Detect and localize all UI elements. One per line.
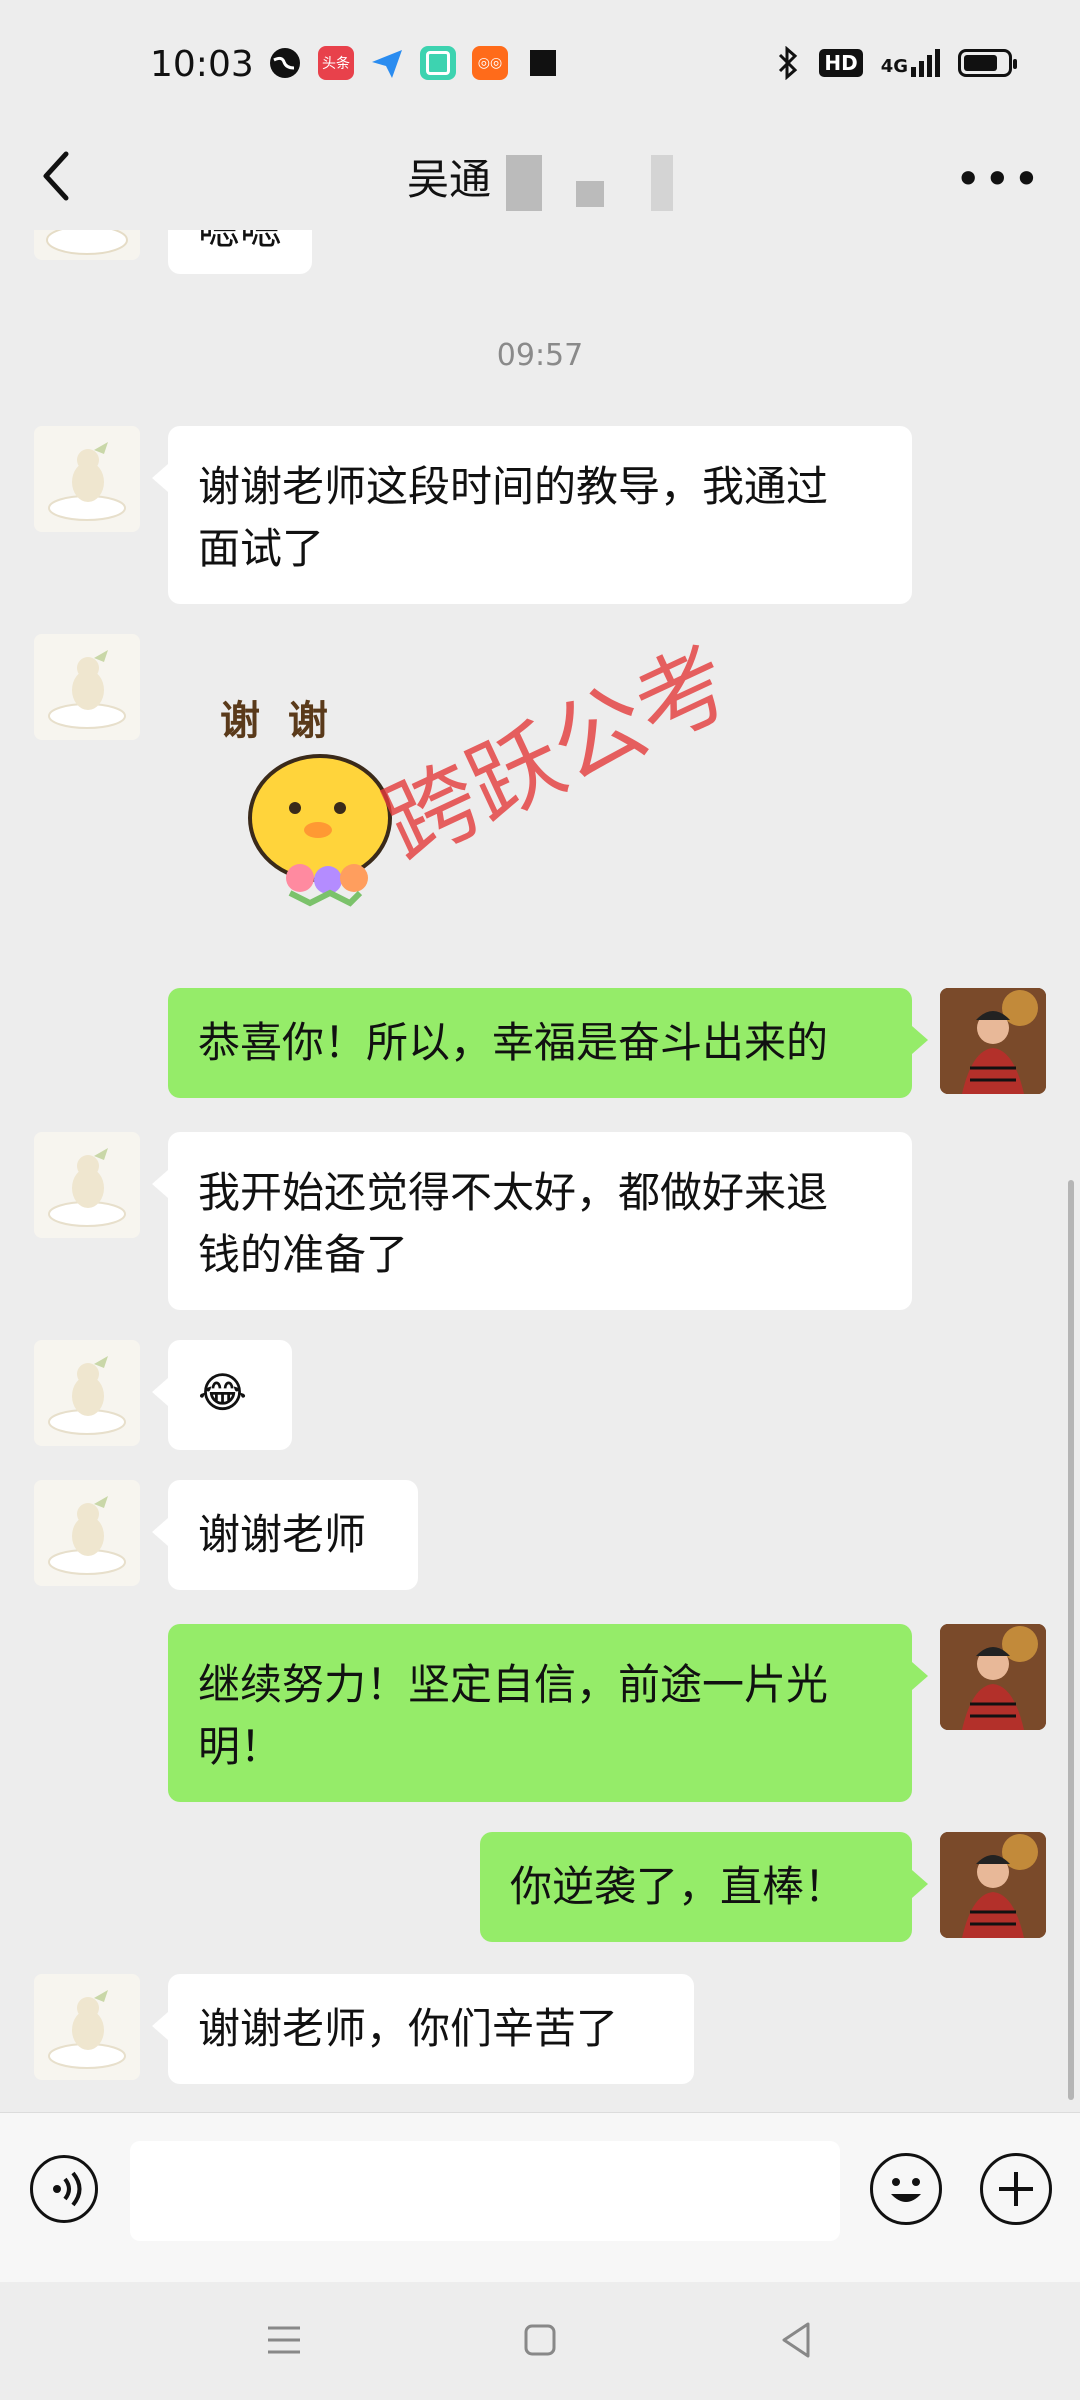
message-bubble[interactable]: 谢谢老师 [152, 1480, 418, 1590]
message-bubble[interactable]: 嗯嗯 [168, 230, 313, 274]
square-icon [530, 50, 556, 76]
globe-icon [270, 48, 300, 78]
contact-avatar[interactable] [34, 1132, 140, 1238]
message-bubble[interactable]: 我开始还觉得不太好，都做好来退 钱的准备了 [152, 1132, 912, 1310]
message-bubble[interactable]: 谢谢老师这段时间的教导，我通过 面试了 [152, 426, 912, 604]
contact-avatar[interactable] [34, 634, 140, 740]
contact-avatar[interactable] [34, 1480, 140, 1586]
kuaishou-icon: ◎◎ [472, 46, 508, 80]
more-functions-button[interactable] [980, 2153, 1052, 2225]
contact-avatar[interactable] [34, 1340, 140, 1446]
status-system-icons: HD 4G [775, 46, 1017, 80]
message-bubble[interactable]: 你逆袭了，直棒！ [480, 1832, 928, 1942]
emoji-button[interactable] [870, 2153, 942, 2225]
chat-header: 吴通 ••• [0, 120, 1080, 230]
status-bar: 10:03 头条 ◎◎ HD 4G [0, 0, 1080, 136]
contact-avatar[interactable] [34, 1974, 140, 2080]
message-input-bar [0, 2112, 1080, 2283]
chat-app-icon [420, 46, 456, 80]
chat-message-list[interactable]: 嗯嗯 09:57 谢谢老师这段时间的教导，我通过 面试了 谢 谢 跨跃公考 恭喜… [0, 230, 1080, 2110]
contact-avatar[interactable] [34, 426, 140, 532]
network-type: 4G [880, 56, 908, 77]
redacted-name-block [651, 154, 674, 211]
chat-scrollbar[interactable] [1068, 1180, 1074, 2100]
status-time: 10:03 [150, 44, 254, 85]
paper-plane-icon [372, 50, 402, 78]
more-options-icon[interactable]: ••• [955, 152, 1042, 206]
user-avatar[interactable] [940, 1624, 1046, 1730]
home-icon[interactable] [510, 2310, 570, 2370]
message-timestamp: 09:57 [496, 338, 584, 373]
battery-icon [958, 49, 1017, 77]
message-bubble[interactable]: 😂 [152, 1340, 292, 1450]
message-bubble[interactable]: 继续努力！坚定自信，前途一片光 明！ [168, 1624, 928, 1802]
voice-input-button[interactable] [30, 2155, 98, 2223]
back-triangle-icon[interactable] [766, 2310, 826, 2370]
redacted-name-block [575, 180, 604, 207]
contact-avatar[interactable] [34, 230, 140, 260]
voice-icon [53, 2171, 82, 2207]
message-bubble[interactable]: 恭喜你！所以，幸福是奋斗出来的 [168, 988, 928, 1098]
user-avatar[interactable] [940, 1832, 1046, 1938]
chat-title: 吴通 [0, 146, 1080, 211]
message-text-input[interactable] [130, 2141, 840, 2241]
message-bubble[interactable]: 谢谢老师，你们辛苦了 [152, 1974, 694, 2084]
watermark-text: 跨跃公考 [368, 627, 747, 881]
bluetooth-icon [779, 46, 798, 80]
hd-badge: HD [819, 49, 863, 77]
plus-icon [999, 2172, 1033, 2206]
system-navigation-bar [0, 2282, 1080, 2400]
signal-icon: 4G [881, 49, 940, 77]
menu-icon[interactable] [254, 2310, 314, 2370]
status-app-icons: 头条 ◎◎ [268, 46, 556, 80]
smiley-icon [891, 2178, 921, 2202]
redacted-name-block [506, 154, 543, 211]
chat-title-text: 吴通 [406, 155, 491, 204]
toutiao-icon: 头条 [318, 46, 354, 80]
user-avatar[interactable] [940, 988, 1046, 1094]
